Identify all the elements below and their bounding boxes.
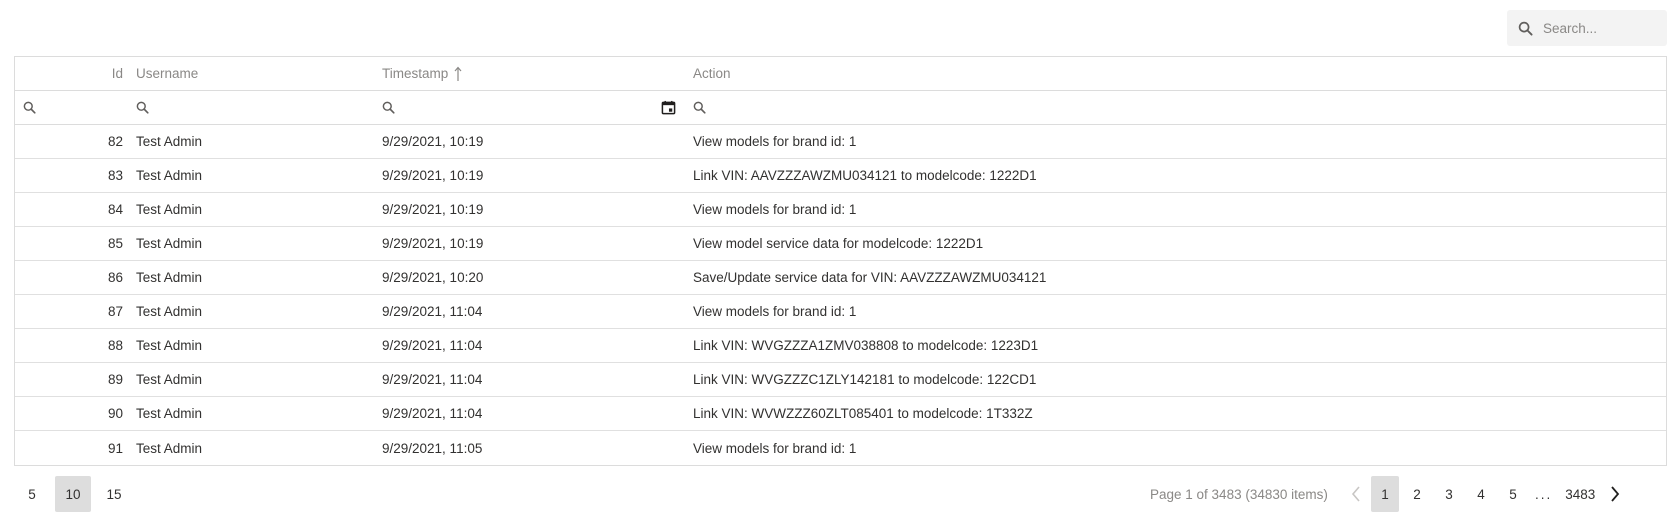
table-row[interactable]: 83 Test Admin 9/29/2021, 10:19 Link VIN:… xyxy=(15,159,1666,193)
page-size-15-button[interactable]: 15 xyxy=(96,476,132,512)
id-cell: 84 xyxy=(107,202,123,217)
filter-action-search-icon[interactable] xyxy=(693,91,706,124)
username-cell: Test Admin xyxy=(136,236,203,251)
username-cell: Test Admin xyxy=(136,202,203,217)
username-cell: Test Admin xyxy=(136,440,203,456)
table-row[interactable]: 84 Test Admin 9/29/2021, 10:19 View mode… xyxy=(15,193,1666,227)
chevron-right-icon[interactable] xyxy=(1602,476,1628,512)
username-cell: Test Admin xyxy=(136,304,203,319)
pagination: 1 2 3 4 5 ... 3483 xyxy=(1343,476,1628,512)
id-cell: 82 xyxy=(107,134,123,149)
username-cell: Test Admin xyxy=(136,270,203,285)
timestamp-cell: 9/29/2021, 11:04 xyxy=(382,406,483,421)
table-row[interactable]: 91 Test Admin 9/29/2021, 11:05 View mode… xyxy=(15,431,1666,465)
action-cell: Link VIN: WVWZZZ60ZLT085401 to modelcode… xyxy=(693,406,1033,421)
action-cell: Link VIN: AAVZZZAWZMU034121 to modelcode… xyxy=(693,168,1037,183)
id-cell: 90 xyxy=(107,406,123,421)
timestamp-cell: 9/29/2021, 11:04 xyxy=(382,372,483,387)
sort-ascending-arrow-icon xyxy=(454,66,462,82)
id-cell: 87 xyxy=(107,304,123,319)
table-row[interactable]: 89 Test Admin 9/29/2021, 11:04 Link VIN:… xyxy=(15,363,1666,397)
timestamp-cell: 9/29/2021, 10:19 xyxy=(382,168,484,183)
timestamp-cell: 9/29/2021, 10:19 xyxy=(382,134,484,149)
id-cell: 88 xyxy=(107,338,123,353)
id-cell: 83 xyxy=(107,168,123,183)
table-row[interactable]: 82 Test Admin 9/29/2021, 10:19 View mode… xyxy=(15,125,1666,159)
id-cell: 86 xyxy=(107,270,123,285)
page-size-5-button[interactable]: 5 xyxy=(14,476,50,512)
filter-id-search-icon[interactable] xyxy=(23,91,36,124)
page-size-10-button[interactable]: 10 xyxy=(55,476,91,512)
header-row: Id Username Timestamp Action xyxy=(15,57,1666,91)
username-cell: Test Admin xyxy=(136,372,203,387)
username-cell: Test Admin xyxy=(136,168,203,183)
action-cell: View models for brand id: 1 xyxy=(693,440,857,456)
action-cell: View models for brand id: 1 xyxy=(693,304,857,319)
filter-timestamp-search-icon[interactable] xyxy=(382,91,395,124)
page-button-last[interactable]: 3483 xyxy=(1560,476,1600,512)
column-header-id[interactable]: Id xyxy=(15,57,123,90)
table-row[interactable]: 87 Test Admin 9/29/2021, 11:04 View mode… xyxy=(15,295,1666,329)
action-cell: View models for brand id: 1 xyxy=(693,134,857,149)
page-button-2[interactable]: 2 xyxy=(1403,476,1431,512)
timestamp-cell: 9/29/2021, 10:20 xyxy=(382,270,484,285)
table-row[interactable]: 86 Test Admin 9/29/2021, 10:20 Save/Upda… xyxy=(15,261,1666,295)
page-button-3[interactable]: 3 xyxy=(1435,476,1463,512)
page-button-1[interactable]: 1 xyxy=(1371,476,1399,512)
column-header-label: Timestamp xyxy=(382,66,449,81)
id-cell: 89 xyxy=(107,372,123,387)
action-cell: Link VIN: WVGZZZA1ZMV038808 to modelcode… xyxy=(693,338,1039,353)
table-row[interactable]: 85 Test Admin 9/29/2021, 10:19 View mode… xyxy=(15,227,1666,261)
column-header-label: Username xyxy=(136,66,199,81)
search-box[interactable] xyxy=(1507,10,1667,46)
column-header-action[interactable]: Action xyxy=(693,57,1653,90)
data-grid: Id Username Timestamp Action 82 Test Adm… xyxy=(14,56,1667,466)
page-size-selector: 5 10 15 xyxy=(14,476,137,512)
action-cell: View model service data for modelcode: 1… xyxy=(693,236,984,251)
timestamp-cell: 9/29/2021, 10:19 xyxy=(382,202,484,217)
pagination-ellipsis: ... xyxy=(1535,486,1553,502)
id-cell: 91 xyxy=(107,440,123,456)
column-header-timestamp[interactable]: Timestamp xyxy=(382,57,682,90)
table-row[interactable]: 90 Test Admin 9/29/2021, 11:04 Link VIN:… xyxy=(15,397,1666,431)
column-header-label: Action xyxy=(693,66,731,81)
search-icon xyxy=(1518,20,1534,36)
username-cell: Test Admin xyxy=(136,338,203,353)
timestamp-cell: 9/29/2021, 11:04 xyxy=(382,304,483,319)
page-button-4[interactable]: 4 xyxy=(1467,476,1495,512)
column-header-username[interactable]: Username xyxy=(136,57,366,90)
username-cell: Test Admin xyxy=(136,134,203,149)
id-cell: 85 xyxy=(107,236,123,251)
action-cell: Save/Update service data for VIN: AAVZZZ… xyxy=(693,270,1047,285)
timestamp-cell: 9/29/2021, 10:19 xyxy=(382,236,484,251)
calendar-icon[interactable] xyxy=(661,91,676,124)
filter-username-search-icon[interactable] xyxy=(136,91,149,124)
timestamp-cell: 9/29/2021, 11:04 xyxy=(382,338,483,353)
column-header-label: Id xyxy=(111,66,123,81)
username-cell: Test Admin xyxy=(136,406,203,421)
action-cell: View models for brand id: 1 xyxy=(693,202,857,217)
filter-row xyxy=(15,91,1666,125)
chevron-left-icon[interactable] xyxy=(1343,476,1369,512)
action-cell: Link VIN: WVGZZZC1ZLY142181 to modelcode… xyxy=(693,372,1037,387)
timestamp-cell: 9/29/2021, 11:05 xyxy=(382,440,483,456)
page-button-5[interactable]: 5 xyxy=(1499,476,1527,512)
page-info: Page 1 of 3483 (34830 items) xyxy=(1150,486,1328,502)
search-input[interactable] xyxy=(1541,19,1665,37)
table-row[interactable]: 88 Test Admin 9/29/2021, 11:04 Link VIN:… xyxy=(15,329,1666,363)
